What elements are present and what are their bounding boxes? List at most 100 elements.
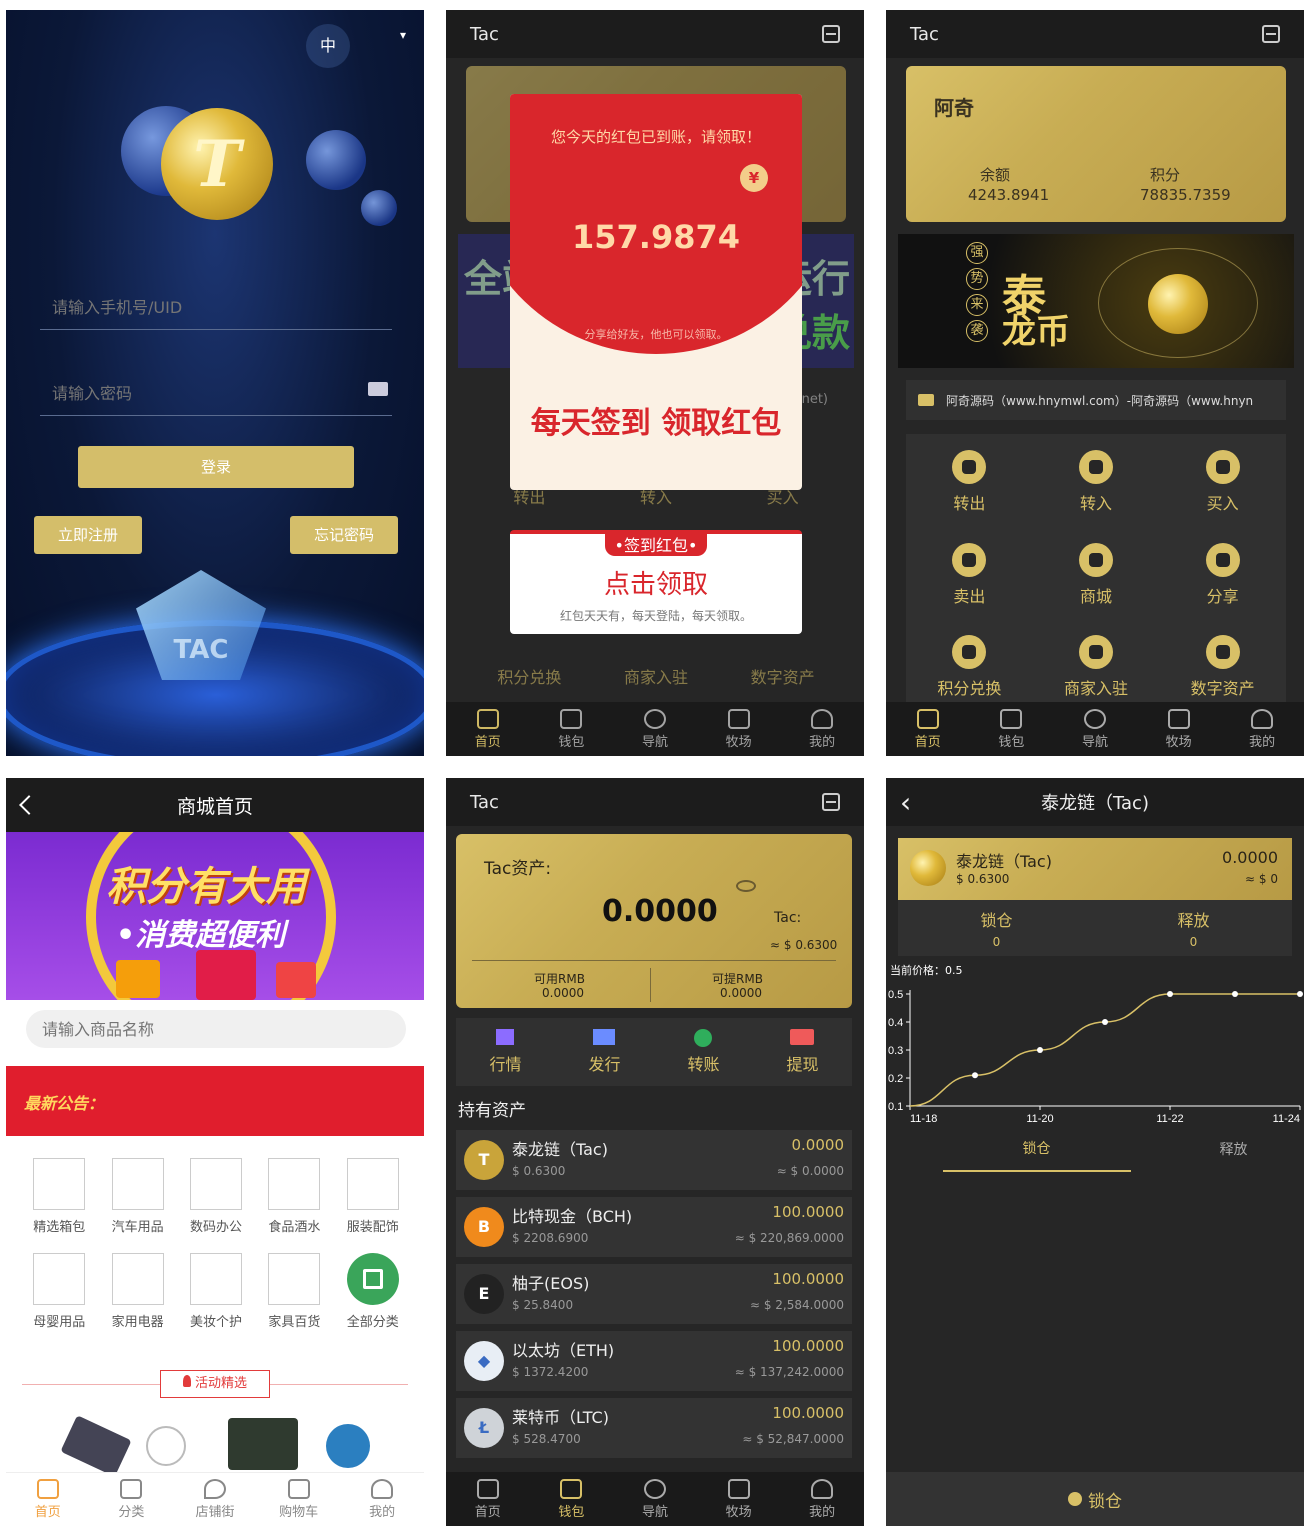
tab-ranch[interactable]: 牧场 (1137, 702, 1221, 756)
tab-wallet[interactable]: 钱包 (970, 702, 1054, 756)
tab-release[interactable]: 释放 (1220, 1135, 1248, 1171)
tab-navigation[interactable]: 导航 (613, 702, 697, 756)
lock-release-stats: 锁仓 0 释放 0 (898, 900, 1292, 956)
lock-stat: 锁仓 0 (980, 907, 1012, 949)
tab-navigation[interactable]: 导航 (613, 1472, 697, 1526)
asset-row[interactable]: B 比特现金（BCH) $ 2208.6900 100.0000 ≈ $ 220,869… (456, 1197, 852, 1257)
release-label: 释放 (1177, 911, 1210, 930)
back-icon[interactable]: ‹ (900, 786, 911, 819)
register-button[interactable]: 立即注册 (34, 516, 142, 554)
tab-mall-stores[interactable]: 店铺街 (173, 1473, 257, 1526)
action-transfer[interactable]: 转账 (687, 1029, 720, 1075)
action-withdraw[interactable]: 提现 (786, 1029, 819, 1075)
grid-merchant-join[interactable]: 商家入驻 (1033, 635, 1160, 702)
asset-row[interactable]: E 柚子(EOS) $ 25.8400 100.0000 ≈ $ 2,584.0000 (456, 1264, 852, 1324)
user-icon (371, 1479, 394, 1499)
tab-home[interactable]: 首页 (446, 702, 530, 756)
action-market[interactable]: 行情 (489, 1029, 522, 1075)
eye-off-icon[interactable] (736, 880, 756, 892)
x-tick-label: 11-20 (1026, 1113, 1053, 1124)
grid-transfer-in[interactable]: 转入 (1033, 450, 1160, 517)
grid-share[interactable]: 分享 (1159, 542, 1286, 610)
activity-tag[interactable]: 活动精选 (160, 1370, 270, 1398)
tab-mine[interactable]: 我的 (780, 702, 864, 756)
y-tick-label: 0.1 (888, 1101, 903, 1113)
grid-buy[interactable]: 买入 (1159, 450, 1286, 517)
tab-home[interactable]: 首页 (886, 702, 970, 756)
release-value: 0 (1189, 935, 1198, 949)
category-item[interactable]: 家用电器 (98, 1253, 176, 1330)
tab-ranch[interactable]: 牧场 (697, 1472, 781, 1526)
asset-icon: Ł (464, 1408, 504, 1448)
tab-navigation[interactable]: 导航 (1053, 702, 1137, 756)
tab-mall-home[interactable]: 首页 (6, 1473, 90, 1526)
ranch-icon (727, 708, 750, 729)
tab-mine[interactable]: 我的 (780, 1472, 864, 1526)
category-item[interactable]: 精选箱包 (20, 1158, 98, 1235)
tab-lock[interactable]: 锁仓 (942, 1134, 1131, 1172)
product-thumb[interactable] (326, 1424, 370, 1468)
category-item[interactable]: 食品酒水 (255, 1158, 333, 1235)
tab-wallet[interactable]: 钱包 (530, 1472, 614, 1526)
grid-sell[interactable]: 卖出 (906, 542, 1033, 610)
back-icon[interactable] (19, 795, 39, 815)
asset-row[interactable]: Ł 莱特币（LTC) $ 528.4700 100.0000 ≈ $ 52,847.00… (456, 1398, 852, 1458)
product-thumb[interactable] (228, 1418, 298, 1470)
category-item[interactable]: 汽车用品 (98, 1158, 176, 1235)
wallet-icon (1000, 708, 1023, 729)
category-image (33, 1253, 86, 1305)
yen-icon: ¥ (740, 164, 768, 192)
banner-line-1: 积分有大用 (106, 864, 306, 910)
y-tick-label: 0.3 (888, 1045, 903, 1057)
notice-bar[interactable]: 最新公告： (6, 1066, 424, 1136)
promo-banner[interactable]: 积分有大用 •消费超便利 (6, 832, 424, 1000)
grid-mall[interactable]: 商城 (1033, 542, 1160, 610)
tab-home[interactable]: 首页 (446, 1472, 530, 1526)
category-item[interactable]: 家具百货 (255, 1253, 333, 1330)
tab-label: 钱包 (558, 734, 585, 750)
y-tick-label: 0.5 (888, 989, 903, 1001)
category-image (111, 1158, 164, 1210)
scan-icon[interactable] (1262, 25, 1280, 43)
asset-amount: 100.0000 (772, 1203, 844, 1221)
tab-mall-cart[interactable]: 购物车 (257, 1473, 341, 1526)
sign-in-ticket[interactable]: •签到红包• 点击领取 红包天天有，每天登陆，每天领取。 (510, 530, 802, 634)
login-button[interactable]: 登录 (78, 446, 354, 488)
tab-mall-mine[interactable]: 我的 (340, 1473, 424, 1526)
category-item[interactable]: 全部分类 (334, 1253, 412, 1330)
tab-ranch[interactable]: 牧场 (697, 702, 781, 756)
password-input[interactable] (40, 372, 392, 416)
marquee-notice[interactable]: 阿奇源码（www.hnymwl.com）-阿奇源码（www.hnyn (906, 380, 1286, 420)
tab-mall-category[interactable]: 分类 (90, 1473, 174, 1526)
banner-title-2: 龙币 (1002, 312, 1070, 352)
phone-input[interactable] (40, 286, 392, 330)
red-packet-modal[interactable]: 您今天的红包已到账，请领取！ ¥ 157.9874 分享给好友，他也可以领取。 … (510, 94, 802, 490)
category-item[interactable]: 服装配饰 (334, 1158, 412, 1235)
grid-points-exchange[interactable]: 积分兑换 (906, 635, 1033, 702)
scan-icon[interactable] (822, 793, 840, 811)
tab-label: 购物车 (279, 1505, 319, 1520)
red-packet-screen: Tac 全站 运行 兑款 net) 转出 转入 买入 积分兑换 商家入驻 数字资… (446, 10, 864, 756)
promo-banner[interactable]: 强 势 来 袭 泰 龙币 (898, 234, 1294, 368)
bottom-action-bar[interactable]: 锁仓 (886, 1472, 1304, 1526)
tab-label: 首页 (474, 1504, 501, 1520)
category-item[interactable]: 美妆个护 (177, 1253, 255, 1330)
asset-approx: ≈ $ 0.6300 (770, 938, 838, 952)
product-thumb[interactable] (146, 1426, 186, 1466)
language-selector[interactable]: 中 ▾ (306, 24, 406, 68)
category-item[interactable]: 数码办公 (177, 1158, 255, 1235)
grid-transfer-out[interactable]: 转出 (906, 450, 1033, 517)
chevron-down-icon: ▾ (400, 28, 407, 42)
product-thumb[interactable] (60, 1415, 132, 1477)
asset-row[interactable]: ◆ 以太坊（ETH) $ 1372.4200 100.0000 ≈ $ 137,242.… (456, 1331, 852, 1391)
category-item[interactable]: 母婴用品 (20, 1253, 98, 1330)
forgot-password-button[interactable]: 忘记密码 (290, 516, 398, 554)
asset-row[interactable]: T 泰龙链（Tac) $ 0.6300 0.0000 ≈ $ 0.0000 (456, 1130, 852, 1190)
grid-digital-assets[interactable]: 数字资产 (1159, 635, 1286, 702)
tab-wallet[interactable]: 钱包 (530, 702, 614, 756)
scan-icon[interactable] (822, 25, 840, 43)
tab-mine[interactable]: 我的 (1220, 702, 1304, 756)
keyboard-icon[interactable] (368, 382, 388, 396)
action-issue[interactable]: 发行 (588, 1029, 621, 1075)
search-input[interactable] (26, 1010, 406, 1048)
